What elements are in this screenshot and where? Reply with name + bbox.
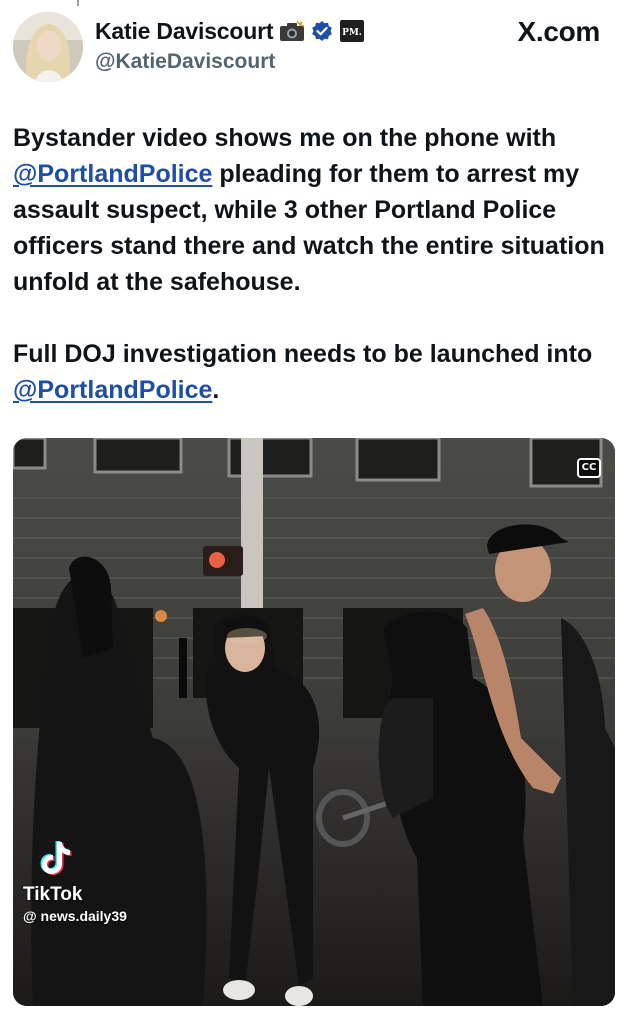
post-text-segment: . (212, 376, 220, 404)
post-paragraph-1: Bystander video shows me on the phone wi… (13, 120, 618, 300)
post-text-segment: Full DOJ investigation needs to be launc… (13, 340, 593, 368)
avatar-image (13, 12, 83, 82)
tiktok-logo-icon (40, 841, 72, 875)
tiktok-watermark-username: @ news.daily39 (23, 908, 127, 924)
author-display-name[interactable]: Katie Daviscourt (95, 18, 274, 45)
author-name-row: Katie Daviscourt PM. (95, 16, 365, 46)
mention-link[interactable]: @PortlandPolice (13, 160, 212, 188)
mention-link[interactable]: @PortlandPolice (13, 376, 212, 404)
post-text: Bystander video shows me on the phone wi… (13, 120, 618, 408)
post-paragraph-2: Full DOJ investigation needs to be launc… (13, 336, 618, 408)
avatar[interactable] (13, 12, 83, 82)
tiktok-watermark-name: TikTok (23, 884, 83, 905)
post-text-segment: Bystander video shows me on the phone wi… (13, 124, 557, 152)
camera-icon (279, 20, 305, 42)
video-player[interactable]: CC TikTok @ news.daily39 (13, 438, 615, 1006)
verified-icon (311, 20, 333, 42)
pm-logo-text: PM. (342, 28, 362, 38)
brand-label: X.com (517, 16, 600, 47)
author-handle[interactable]: @KatieDaviscourt (95, 50, 275, 74)
post-header: Katie Daviscourt PM. @KatieDaviscourt X.… (0, 0, 628, 92)
closed-captions-button[interactable]: CC (577, 458, 601, 478)
pm-logo-icon: PM. (339, 19, 365, 43)
